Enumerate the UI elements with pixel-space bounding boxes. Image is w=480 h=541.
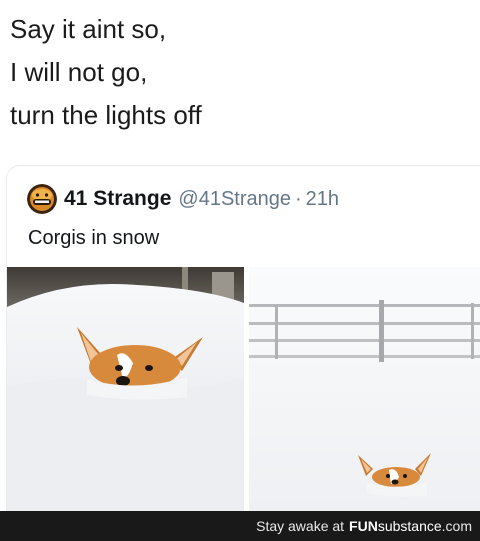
caption-line-1: Say it aint so, [10,14,167,44]
tweet-timestamp[interactable]: 21h [306,188,339,211]
watermark-brand-fun: FUN [349,518,378,534]
corgi-closeup-photo[interactable] [7,267,244,512]
meme-caption: Say it aint so, I will not go, turn the … [10,8,202,137]
separator-dot: · [295,187,302,210]
corgi-distant-photo[interactable] [249,267,480,512]
tweet-card: 41 Strange @41Strange · 21h Corgis in sn… [6,165,480,512]
caption-line-3: turn the lights off [10,100,202,130]
watermark-bar: Stay awake at FUN substance .com [0,511,480,541]
avatar-icon[interactable] [27,184,57,214]
tweet-text: Corgis in snow [28,227,160,249]
watermark-brand-rest: substance [377,518,442,534]
caption-line-2: I will not go, [10,57,148,87]
author-name[interactable]: 41 Strange [64,187,171,211]
author-handle[interactable]: @41Strange [178,188,291,211]
tweet-header: 41 Strange @41Strange · 21h [27,184,339,214]
watermark-tld: .com [441,518,472,534]
watermark-prefix: Stay awake at [256,518,345,534]
